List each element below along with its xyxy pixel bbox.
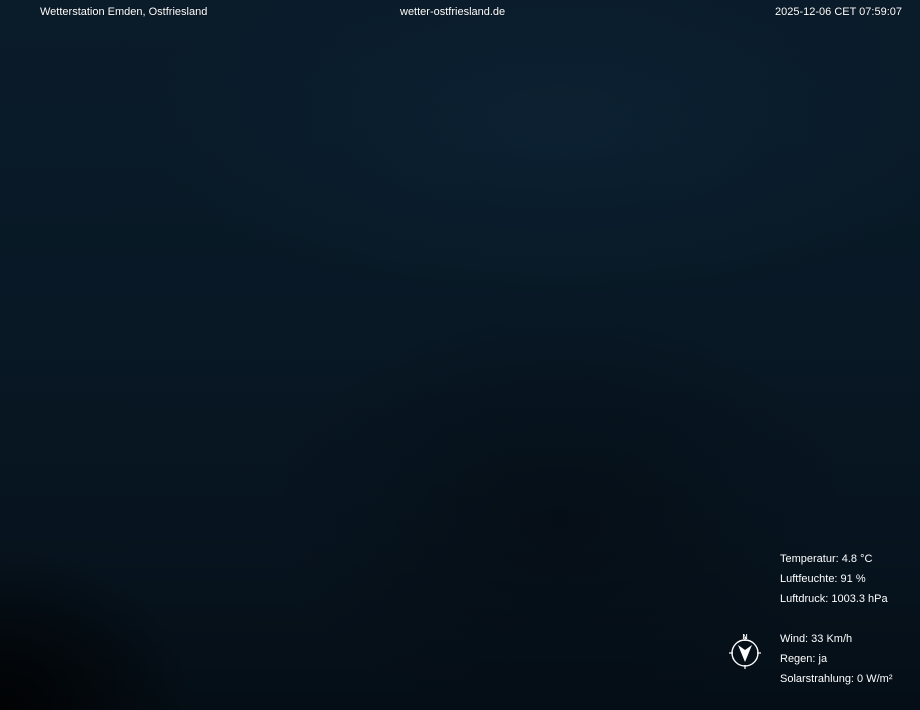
- wind-reading: Wind: 33 Km/h: [780, 633, 853, 645]
- webcam-image: Wetterstation Emden, Ostfriesland wetter…: [0, 0, 920, 710]
- pressure-reading: Luftdruck: 1003.3 hPa: [780, 593, 888, 605]
- station-name: Wetterstation Emden, Ostfriesland: [40, 6, 208, 18]
- readings-spacer: [780, 609, 892, 629]
- humidity-reading: Luftfeuchte: 91 %: [780, 573, 866, 585]
- solar-reading: Solarstrahlung: 0 W/m²: [780, 673, 893, 685]
- rain-reading: Regen: ja: [780, 653, 828, 665]
- website-label: wetter-ostfriesland.de: [400, 6, 506, 18]
- timestamp: 2025-12-06 CET 07:59:07: [775, 6, 902, 18]
- temperature-reading: Temperatur: 4.8 °C: [780, 553, 873, 565]
- wind-direction-compass-icon: N: [729, 634, 761, 669]
- weather-readings: Temperatur: 4.8 °C Luftfeuchte: 91 % Luf…: [780, 549, 892, 689]
